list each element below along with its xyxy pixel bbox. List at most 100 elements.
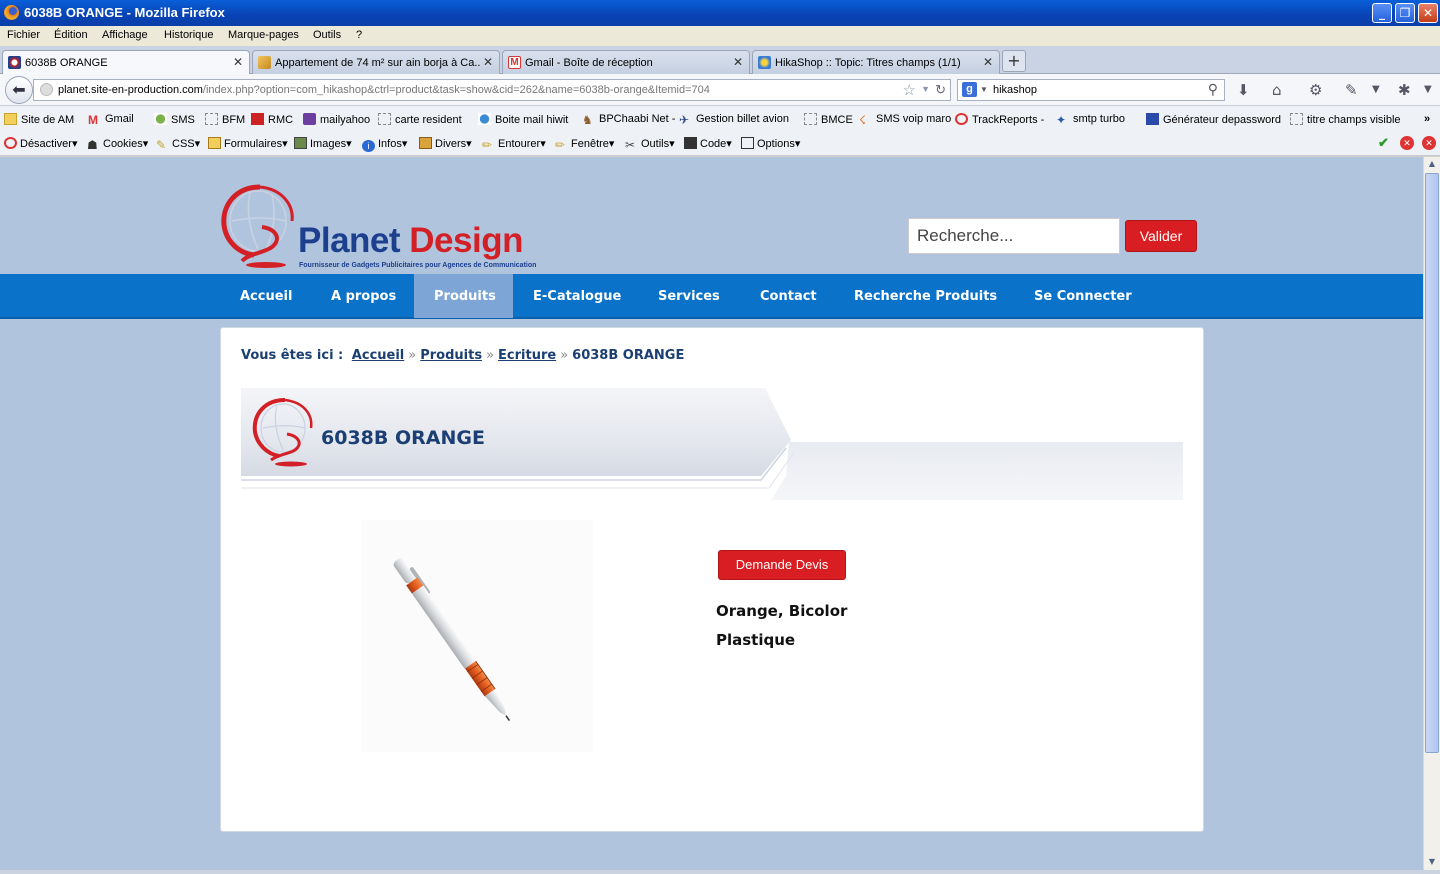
bookmark-item[interactable]: ☇ SMS voip maro (859, 113, 951, 126)
wd-outils[interactable]: ✂ Outils▾ (625, 137, 675, 151)
wd-divers[interactable]: Divers▾ (419, 137, 472, 150)
wd-options[interactable]: Options▾ (741, 137, 800, 150)
bookmark-item[interactable]: ♞ BPChaabi Net - (582, 113, 675, 126)
bookmark-item[interactable]: SMS (154, 113, 195, 126)
maximize-button[interactable]: ❐ (1395, 3, 1415, 23)
cookie-icon: ☗ (87, 138, 98, 152)
bookmark-item[interactable]: carte resident (378, 113, 462, 126)
bookmark-star-icon[interactable]: ☆ (903, 81, 916, 99)
wd-infos[interactable]: i Infos▾ (362, 137, 407, 152)
url-bar[interactable]: planet.site-en-production.com/index.php?… (33, 79, 951, 101)
bookmark-item[interactable]: Boite mail hiwit (478, 113, 568, 126)
close-tab-icon[interactable]: ✕ (733, 55, 743, 69)
bookmark-item[interactable]: BFM (205, 113, 245, 126)
tab-label: Appartement de 74 m² sur ain borja à Ca.… (275, 57, 480, 69)
tools-icon[interactable]: ✎ (1345, 81, 1358, 99)
bookmark-item[interactable]: BMCE (804, 113, 853, 126)
tab-appartement[interactable]: Appartement de 74 m² sur ain borja à Ca.… (252, 50, 500, 74)
bookmarks-overflow-icon[interactable]: » (1424, 113, 1430, 125)
sms-icon (154, 113, 167, 125)
nav-e-catalogue[interactable]: E-Catalogue (513, 274, 641, 318)
close-tab-icon[interactable]: ✕ (983, 55, 993, 69)
wd-formulaires[interactable]: Formulaires▾ (208, 137, 288, 150)
error-icon[interactable]: ✕ (1400, 136, 1414, 150)
breadcrumb-ecriture[interactable]: Ecriture (498, 348, 556, 363)
vertical-scrollbar[interactable]: ▲ ▼ (1423, 157, 1440, 874)
nav-produits[interactable]: Produits (414, 274, 513, 318)
bookmark-item[interactable]: M Gmail (88, 113, 134, 126)
site-search-input[interactable] (908, 218, 1120, 254)
planet-design-logo[interactable]: Planet Design Fournisseur de Gadgets Pub… (218, 181, 548, 273)
scroll-up-icon[interactable]: ▲ (1426, 159, 1438, 171)
scroll-down-icon[interactable]: ▼ (1426, 857, 1438, 869)
bookmark-item[interactable]: mailyahoo (303, 113, 370, 126)
wd-entourer[interactable]: ✏ Entourer▾ (482, 137, 546, 151)
tab-label: Gmail - Boîte de réception (525, 57, 653, 69)
pen-image (393, 558, 511, 721)
nav-recherche-produits[interactable]: Recherche Produits (834, 274, 1017, 318)
tab-hikashop[interactable]: HikaShop :: Topic: Titres champs (1/1) ✕ (752, 50, 1000, 74)
site-search-button[interactable]: Valider (1125, 220, 1197, 252)
nav-contact[interactable]: Contact (740, 274, 837, 318)
wd-images[interactable]: Images▾ (294, 137, 352, 150)
extension-icon[interactable]: ✱ (1398, 81, 1411, 99)
demande-devis-button[interactable]: Demande Devis (718, 550, 846, 580)
window-titlebar: 6038B ORANGE - Mozilla Firefox _ ❐ ✕ (0, 0, 1440, 26)
nav-se-connecter[interactable]: Se Connecter (1014, 274, 1152, 318)
download-icon[interactable]: ⬇ (1237, 81, 1250, 99)
tools-dropdown-icon[interactable]: ▼ (1372, 84, 1380, 95)
url-text: planet.site-en-production.com/index.php?… (58, 84, 710, 96)
nav-accueil[interactable]: Accueil (220, 274, 312, 318)
bookmark-item[interactable]: Site de AM (4, 113, 74, 126)
tools-icon: ✂ (625, 138, 636, 152)
menu-marque-pages[interactable]: Marque-pages (228, 29, 299, 41)
home-icon[interactable]: ⌂ (1272, 81, 1282, 99)
browser-search-bar[interactable]: g ▼ hikashop ⚲ (957, 79, 1225, 101)
menu-fichier[interactable]: Fichier (7, 29, 40, 41)
url-dropdown-icon[interactable]: ▼ (921, 84, 930, 94)
breadcrumb-accueil[interactable]: Accueil (352, 348, 404, 363)
engine-dropdown-icon[interactable]: ▼ (980, 85, 988, 94)
nav-a-propos[interactable]: A propos (311, 274, 416, 318)
wd-css[interactable]: ✎ CSS▾ (156, 137, 200, 151)
close-window-button[interactable]: ✕ (1418, 3, 1438, 23)
minimize-button[interactable]: _ (1372, 3, 1392, 23)
tab-6038b-orange[interactable]: 6038B ORANGE ✕ (2, 50, 250, 75)
bookmark-item[interactable]: RMC (251, 113, 293, 126)
scrollbar-thumb[interactable] (1425, 173, 1439, 753)
wd-fenetre[interactable]: ✏ Fenêtre▾ (555, 137, 614, 151)
bookmark-item[interactable]: ✦ smtp turbo (1056, 113, 1125, 126)
extension-dropdown-icon[interactable]: ▼ (1424, 84, 1432, 95)
validate-check-icon[interactable]: ✔ (1378, 135, 1389, 151)
search-magnifier-icon[interactable]: ⚲ (1208, 81, 1218, 98)
gear-icon[interactable]: ⚙ (1309, 81, 1322, 99)
close-tab-icon[interactable]: ✕ (233, 55, 243, 69)
menu-historique[interactable]: Historique (164, 29, 214, 41)
breadcrumb-produits[interactable]: Produits (420, 348, 482, 363)
page-icon (804, 113, 817, 125)
site-identity-icon[interactable] (40, 83, 53, 96)
breadcrumb: Vous êtes ici : Accueil» Produits» Ecritur… (241, 348, 685, 363)
web-developer-toolbar: Désactiver▾ ☗ Cookies▾ ✎ CSS▾ Formulaires▾… (0, 132, 1440, 156)
bookmark-item[interactable]: TrackReports - (955, 113, 1044, 126)
wd-cookies[interactable]: ☗ Cookies▾ (87, 137, 148, 151)
nav-services[interactable]: Services (638, 274, 740, 318)
reload-icon[interactable]: ↻ (935, 82, 946, 98)
menu-help[interactable]: ? (356, 29, 362, 41)
product-image[interactable] (361, 520, 593, 752)
error-icon[interactable]: ✕ (1422, 136, 1436, 150)
new-tab-button[interactable]: + (1002, 50, 1026, 72)
bookmark-item[interactable]: Générateur depassword (1146, 113, 1281, 126)
menu-affichage[interactable]: Affichage (102, 29, 148, 41)
misc-icon (419, 137, 432, 149)
menu-outils[interactable]: Outils (313, 29, 341, 41)
google-icon[interactable]: g (962, 82, 977, 97)
close-tab-icon[interactable]: ✕ (483, 55, 493, 69)
tab-gmail[interactable]: M Gmail - Boîte de réception ✕ (502, 50, 750, 74)
wd-code[interactable]: Code▾ (684, 137, 732, 150)
wd-desactiver[interactable]: Désactiver▾ (4, 137, 78, 150)
bookmark-item[interactable]: ✈ Gestion billet avion (679, 113, 789, 126)
menu-edition[interactable]: Édition (54, 29, 88, 41)
back-button[interactable]: ⬅ (5, 76, 33, 104)
bookmark-item[interactable]: titre champs visible (1290, 113, 1401, 126)
